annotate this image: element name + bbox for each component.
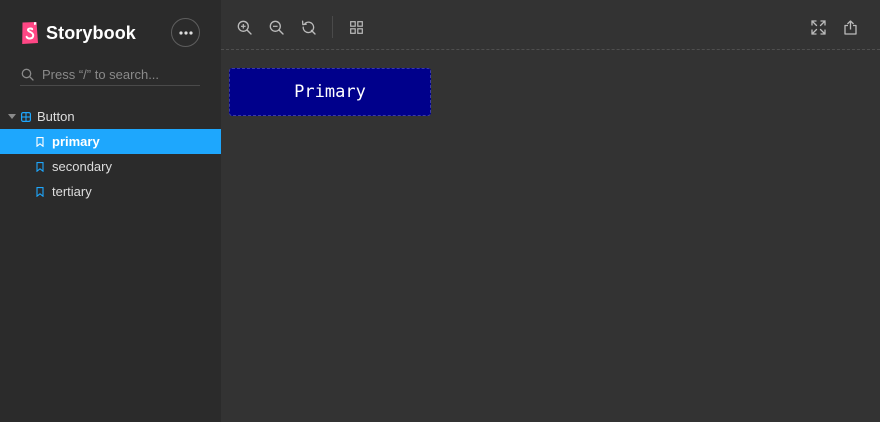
story-primary[interactable]: primary — [0, 129, 221, 154]
reset-zoom-button[interactable] — [298, 17, 318, 37]
bookmark-icon — [36, 186, 44, 197]
story-secondary[interactable]: secondary — [0, 154, 221, 179]
zoom-out-icon — [269, 20, 284, 35]
search-input[interactable] — [42, 64, 192, 84]
preview-toolbar — [221, 0, 880, 50]
sidebar: Storybook Button pri — [0, 0, 221, 422]
primary-button[interactable]: Primary — [229, 68, 431, 116]
brand-name: Storybook — [46, 22, 136, 43]
preview-canvas: Primary — [221, 51, 880, 422]
zoom-in-button[interactable] — [234, 17, 254, 37]
share-icon — [843, 19, 857, 35]
story-label: tertiary — [52, 184, 92, 199]
search-icon — [21, 68, 34, 81]
grid-toggle-button[interactable] — [346, 17, 366, 37]
story-tertiary[interactable]: tertiary — [0, 179, 221, 204]
bookmark-icon — [36, 161, 44, 172]
fullscreen-button[interactable] — [808, 17, 828, 37]
zoom-in-icon — [237, 20, 252, 35]
reset-zoom-icon — [301, 20, 316, 35]
expand-caret-icon[interactable] — [8, 114, 16, 119]
more-icon — [178, 30, 193, 35]
grid-icon — [349, 20, 363, 34]
bookmark-icon — [36, 136, 44, 147]
brand[interactable]: Storybook — [21, 22, 136, 44]
tree-component-button[interactable]: Button — [0, 104, 221, 129]
story-label: secondary — [52, 159, 112, 174]
storybook-logo-icon — [22, 22, 38, 44]
search-bar — [20, 63, 200, 86]
zoom-out-button[interactable] — [266, 17, 286, 37]
toolbar-divider — [332, 16, 333, 38]
fullscreen-icon — [810, 19, 826, 35]
sidebar-menu-button[interactable] — [171, 18, 200, 47]
share-button[interactable] — [840, 17, 860, 37]
component-icon — [21, 111, 31, 122]
tree-component-label: Button — [37, 109, 75, 124]
story-label: primary — [52, 134, 100, 149]
story-tree: Button primary secondary tertiary — [0, 104, 221, 204]
